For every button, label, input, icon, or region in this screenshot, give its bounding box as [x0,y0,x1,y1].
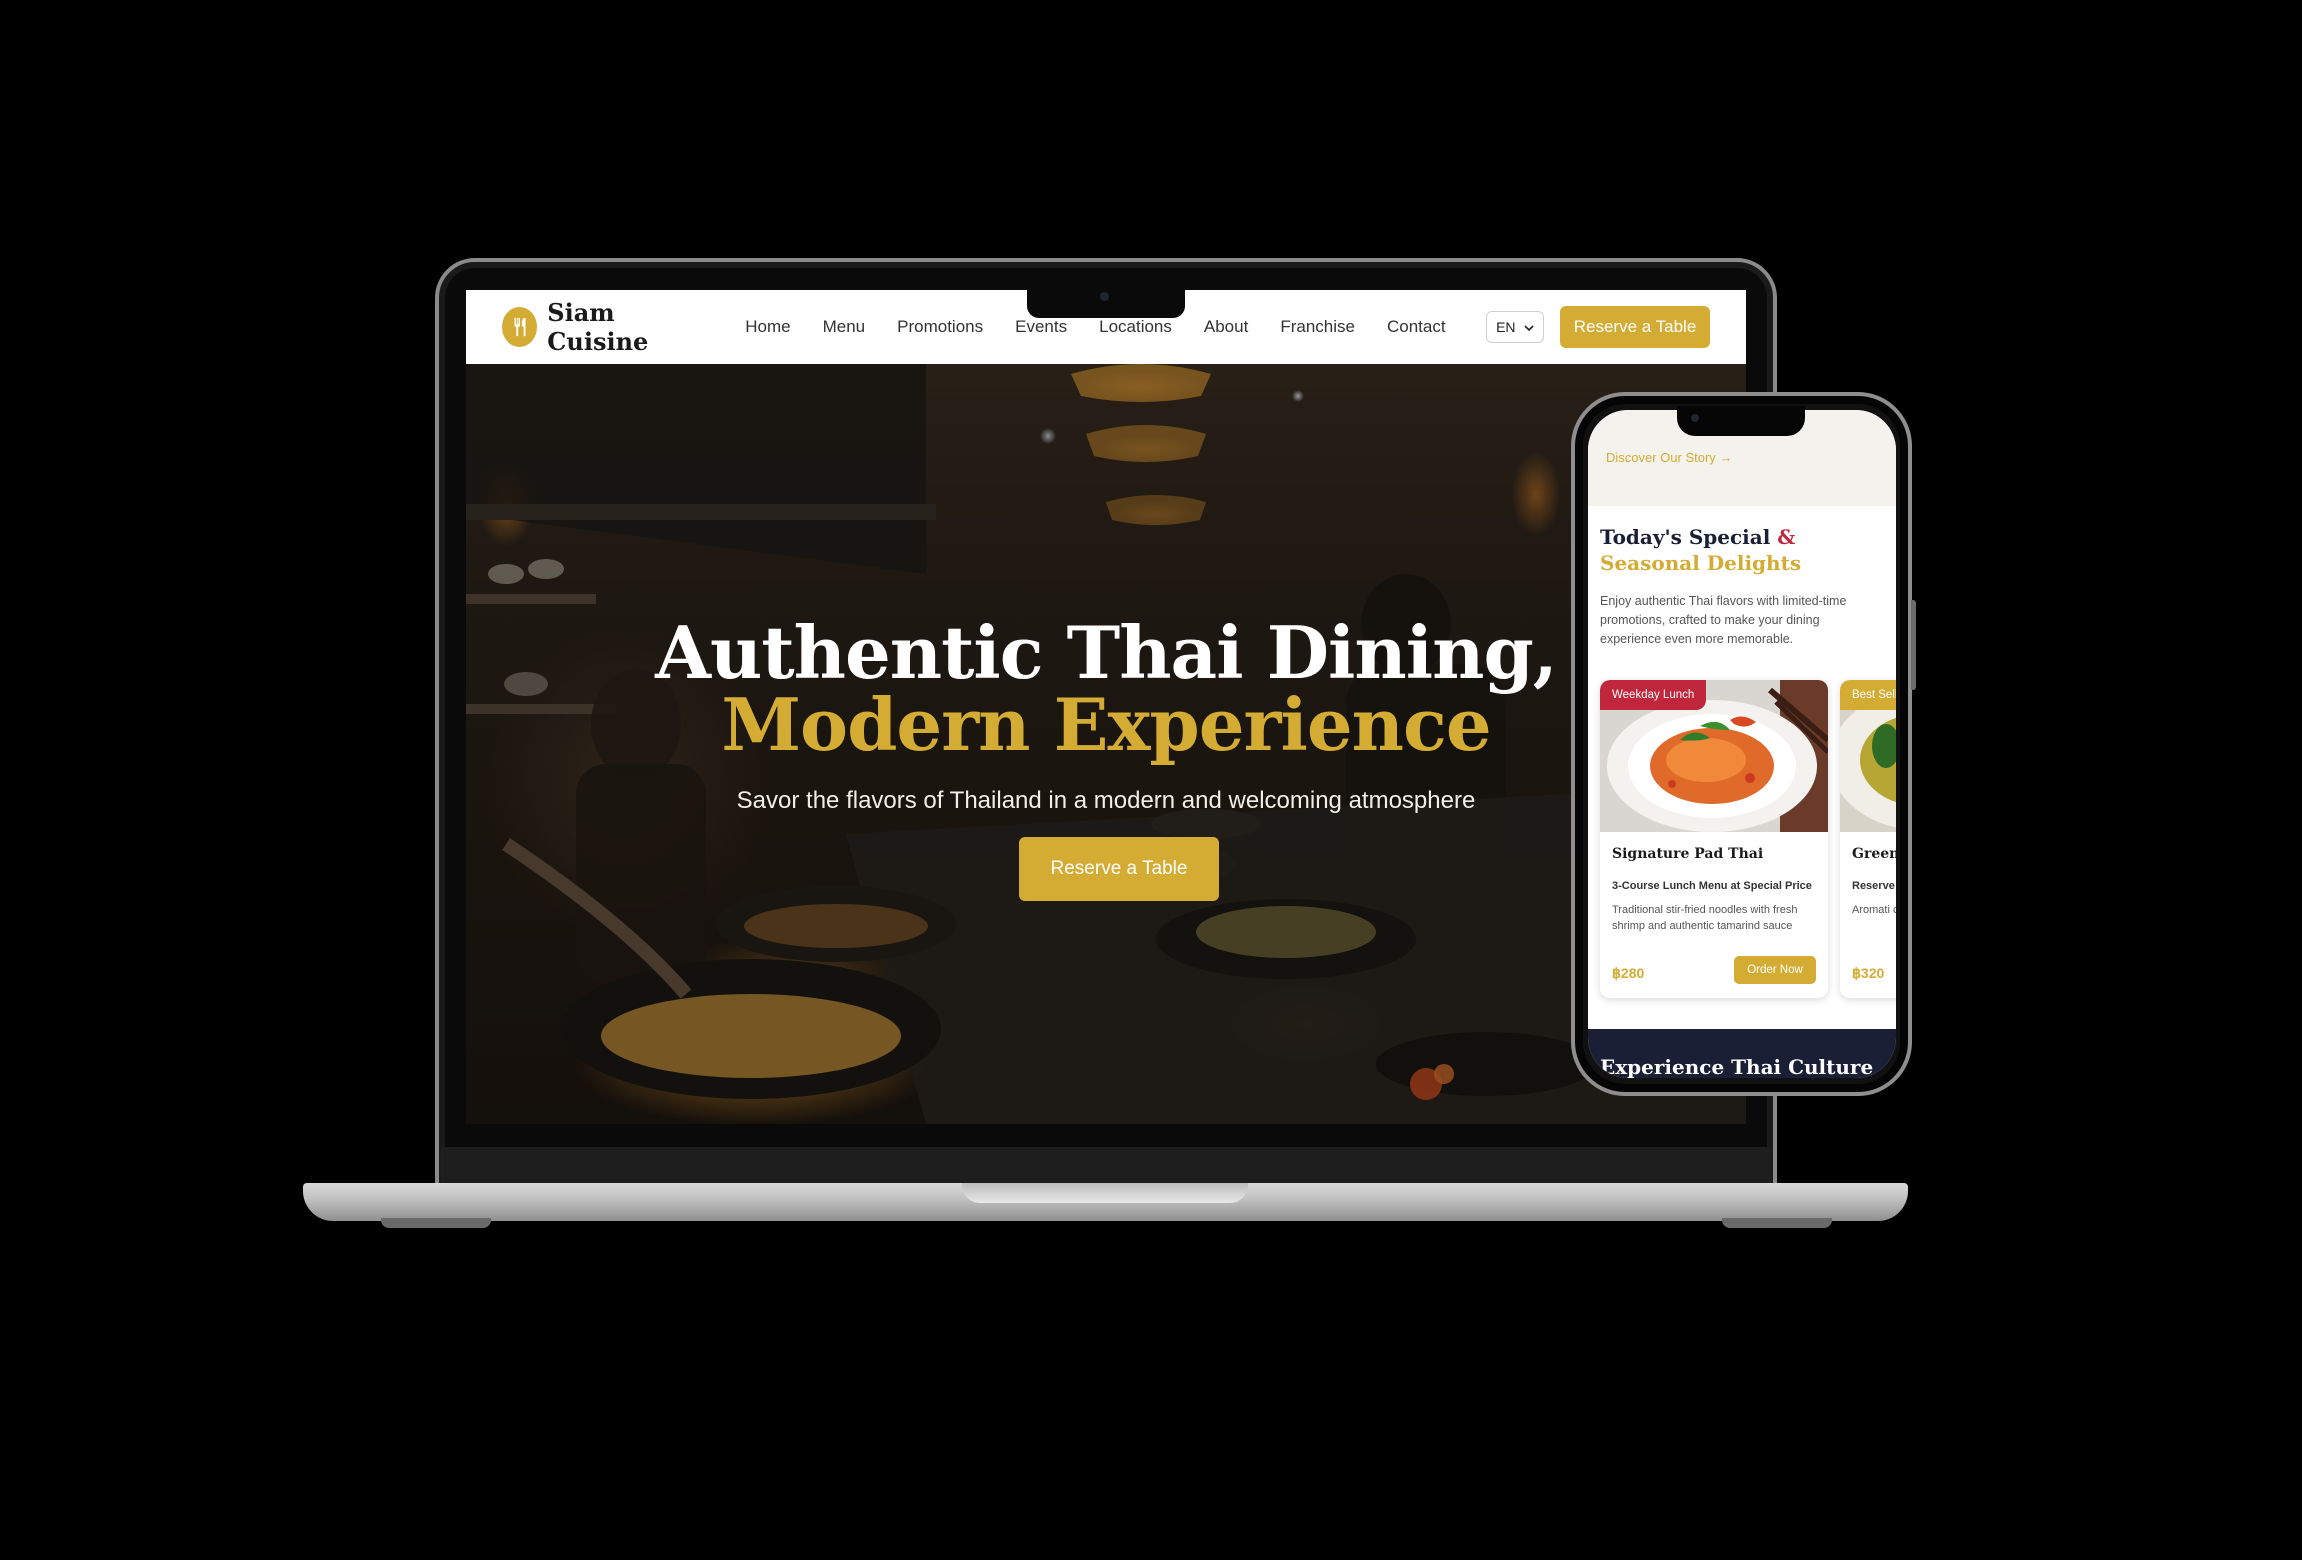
nav-item-contact[interactable]: Contact [1387,317,1446,337]
card-tag-badge: Best Sell [1840,680,1896,710]
nav-item-events[interactable]: Events [1015,317,1067,337]
card-price: ฿320 [1852,965,1885,981]
special-card[interactable]: Best Sell Green Reserve Aromati chicken … [1840,680,1896,998]
laptop-foot-right [1722,1218,1832,1228]
culture-heading: Experience Thai Culture [1600,1055,1874,1078]
card-description: Aromati chicken [1852,904,1896,916]
nav-item-home[interactable]: Home [745,317,790,337]
specials-heading: Today's Special & Seasonal Delights [1600,524,1880,576]
specials-description: Enjoy authentic Thai flavors with limite… [1600,594,1847,646]
nav-item-about[interactable]: About [1204,317,1248,337]
card-price: ฿280 [1612,965,1645,981]
hero-reserve-button[interactable]: Reserve a Table [1019,837,1219,901]
laptop-foot-left [381,1218,491,1228]
nav-item-promotions[interactable]: Promotions [897,317,983,337]
nav-item-menu[interactable]: Menu [823,317,866,337]
hero-title: Authentic Thai Dining, [655,610,1558,695]
hero-title-accent: Modern Experience [721,682,1491,767]
laptop-notch [1027,286,1185,318]
card-title: Green [1852,846,1896,862]
specials-heading-a: Today's Special [1600,525,1771,549]
laptop-opening-notch [962,1183,1248,1203]
specials-heading-b: Seasonal Delights [1600,551,1802,575]
phone-camera-icon [1691,414,1699,422]
order-now-button[interactable]: Order Now [1734,956,1816,984]
fork-knife-icon[interactable] [502,307,538,347]
hero-subtitle: Savor the flavors of Thailand in a moder… [736,787,1476,814]
specials-heading-amp: & [1777,525,1796,549]
nav-item-locations[interactable]: Locations [1099,317,1172,337]
laptop-screen: Siam Cuisine Home Menu Promotions Events… [466,290,1746,1124]
camera-icon [1100,292,1109,301]
card-subtitle: 3-Course Lunch Menu at Special Price [1612,880,1812,892]
phone-side-button [1911,600,1916,690]
reserve-table-button[interactable]: Reserve a Table [1560,306,1711,348]
laptop-bezel-bottom [441,1147,1771,1185]
card-title: Signature Pad Thai [1612,846,1764,862]
nav-item-franchise[interactable]: Franchise [1280,317,1355,337]
culture-section: Experience Thai Culture [1588,1029,1896,1078]
special-card[interactable]: Weekday Lunch Signature Pad Thai 3-Cours… [1600,680,1828,998]
card-description: Traditional stir-fried noodles with fres… [1612,904,1798,932]
card-subtitle: Reserve [1852,880,1895,892]
language-select[interactable]: EN [1485,311,1545,343]
phone-screen: Discover Our Story → Today's Special & S… [1588,410,1896,1078]
language-value: EN [1496,319,1516,335]
discover-story-link[interactable]: Discover Our Story → [1606,450,1732,465]
chevron-down-icon [1523,319,1534,335]
hero-section: Authentic Thai Dining, Modern Experience… [466,364,1746,1124]
brand-name[interactable]: Siam Cuisine [547,298,703,356]
main-menu: Home Menu Promotions Events Locations Ab… [745,317,1477,337]
card-tag-badge: Weekday Lunch [1600,680,1707,710]
